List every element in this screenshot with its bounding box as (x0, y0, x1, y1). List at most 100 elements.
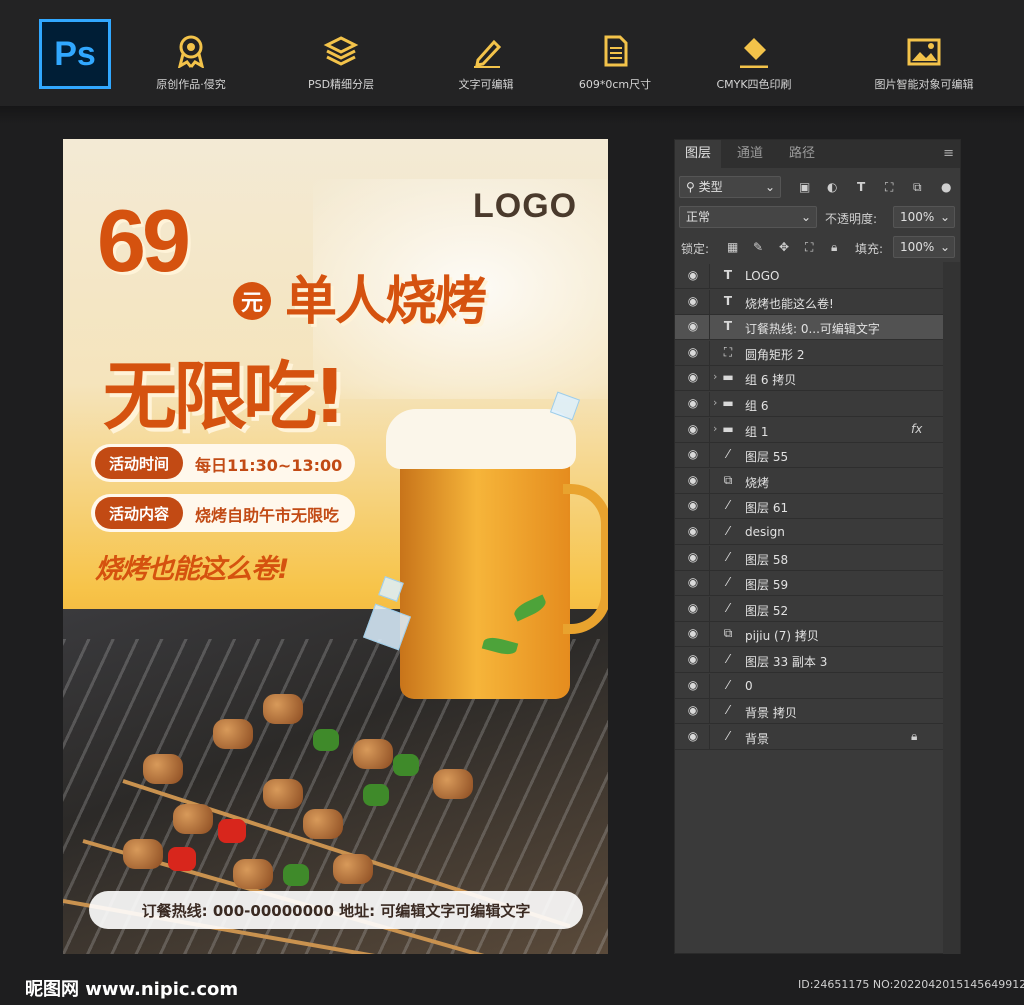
visibility-eye-icon[interactable]: ◉ (683, 601, 703, 617)
folder-icon: ▬ (722, 421, 734, 436)
lock-icon: 🔒︎ (911, 728, 918, 743)
lock-brush-icon[interactable]: ✎ (753, 240, 763, 254)
visibility-eye-icon[interactable]: ◉ (683, 396, 703, 412)
meat-piece (333, 854, 373, 884)
visibility-eye-icon[interactable]: ◉ (683, 473, 703, 489)
layer-name: 组 1 (745, 424, 769, 439)
brush-icon: ⁄ (726, 575, 729, 590)
visibility-eye-icon[interactable]: ◉ (683, 524, 703, 540)
opacity-input[interactable]: 100% ⌄ (893, 206, 955, 228)
layer-name: 烧烤也能这么卷! (745, 296, 834, 311)
lock-transparent-icon[interactable]: ▦ (727, 240, 738, 254)
lock-move-icon[interactable]: ✥ (779, 240, 789, 254)
layer-row[interactable]: ◉ › ▬ 组 6 (675, 392, 943, 417)
visibility-eye-icon[interactable]: ◉ (683, 550, 703, 566)
layer-row[interactable]: ◉ ⁄ 图层 55 (675, 443, 943, 469)
activity-time-value: 每日11:30~13:00 (195, 456, 343, 475)
activity-content-pill: 活动内容 烧烤自助午市无限吃 (91, 494, 355, 532)
layer-row[interactable]: ◉ T 订餐热线: 0...可编辑文字 (675, 315, 943, 341)
visibility-eye-icon[interactable]: ◉ (683, 294, 703, 310)
visibility-eye-icon[interactable]: ◉ (683, 447, 703, 463)
beer-mug (400, 439, 570, 699)
brush-icon: ⁄ (726, 703, 729, 718)
paint-bucket-icon (740, 38, 768, 68)
filter-smart-object-icon[interactable]: ⧉ (913, 180, 922, 195)
layer-row[interactable]: ◉ › ▬ 组 6 拷贝 (675, 366, 943, 392)
poster-canvas[interactable]: LOGO 69 元 单人烧烤 无限吃! 活动时间 每日11:30~13:00 活… (63, 139, 608, 954)
visibility-eye-icon[interactable]: ◉ (683, 268, 703, 284)
meat-piece (213, 719, 253, 749)
chevron-right-icon[interactable]: › (713, 370, 717, 383)
visibility-eye-icon[interactable]: ◉ (683, 652, 703, 668)
filter-adjustment-icon[interactable]: ◐ (827, 180, 837, 194)
filter-kind-select[interactable]: ⚲ 类型 ⌄ (679, 176, 781, 198)
filter-row: ⚲ 类型 ⌄ ▣ ◐ T ⛶ ⧉ ● (675, 176, 960, 202)
poster-logo: LOGO (473, 187, 578, 225)
visibility-eye-icon[interactable]: ◉ (683, 370, 703, 386)
visibility-eye-icon[interactable]: ◉ (683, 678, 703, 694)
layer-effects-icon[interactable]: fx (911, 422, 922, 436)
filter-type-icon[interactable]: T (857, 180, 865, 194)
layer-row[interactable]: ◉ › ▬ 组 1 fx (675, 417, 943, 443)
chevron-right-icon[interactable]: › (713, 422, 717, 435)
row-divider (709, 673, 710, 699)
layer-row[interactable]: ◉ T 烧烤也能这么卷! (675, 289, 943, 315)
brush-icon: ⁄ (726, 524, 729, 538)
visibility-eye-icon[interactable]: ◉ (683, 319, 703, 335)
layer-row[interactable]: ◉ ⁄ design (675, 520, 943, 545)
visibility-eye-icon[interactable]: ◉ (683, 729, 703, 745)
chevron-right-icon[interactable]: › (713, 396, 717, 409)
visibility-eye-icon[interactable]: ◉ (683, 422, 703, 438)
visibility-eye-icon[interactable]: ◉ (683, 575, 703, 591)
meat-piece (143, 754, 183, 784)
green-pepper (313, 729, 339, 751)
tab-channels[interactable]: 通道 (727, 140, 773, 168)
search-icon: ⚲ (686, 180, 699, 194)
visibility-eye-icon[interactable]: ◉ (683, 626, 703, 642)
panel-menu-icon[interactable]: ≡ (943, 146, 954, 161)
lock-all-icon[interactable]: 🔒︎ (831, 240, 837, 255)
layer-row[interactable]: ◉ ⁄ 图层 61 (675, 494, 943, 520)
layer-row[interactable]: ◉ ⛶ 圆角矩形 2 (675, 340, 943, 366)
meat-piece (303, 809, 343, 839)
brush-icon: ⁄ (726, 447, 729, 462)
filter-shape-icon[interactable]: ⛶ (885, 180, 893, 195)
tab-paths[interactable]: 路径 (779, 140, 825, 168)
layer-row[interactable]: ◉ ⁄ 图层 52 (675, 596, 943, 622)
meat-piece (353, 739, 393, 769)
folder-icon: ▬ (722, 370, 734, 385)
layer-row[interactable]: ◉ ⁄ 背景 拷贝 (675, 699, 943, 725)
visibility-eye-icon[interactable]: ◉ (683, 345, 703, 361)
meat-piece (123, 839, 163, 869)
layer-row[interactable]: ◉ T LOGO (675, 264, 943, 289)
folder-icon: ▬ (722, 396, 734, 410)
fill-input[interactable]: 100% ⌄ (893, 236, 955, 258)
layer-name: 图层 61 (745, 501, 789, 516)
layer-row[interactable]: ◉ ⁄ 图层 59 (675, 571, 943, 597)
layer-row[interactable]: ◉ ⁄ 图层 58 (675, 545, 943, 571)
row-divider (709, 289, 710, 315)
blend-mode-select[interactable]: 正常 ⌄ (679, 206, 817, 228)
layer-row[interactable]: ◉ ⁄ 图层 33 副本 3 (675, 648, 943, 673)
row-divider (709, 366, 710, 392)
poster-headline-2: 无限吃! (103, 354, 347, 440)
tab-layers[interactable]: 图层 (675, 140, 722, 168)
layer-row[interactable]: ◉ ⧉ pijiu (7) 拷贝 (675, 622, 943, 648)
brush-icon: ⁄ (726, 677, 729, 692)
layer-row[interactable]: ◉ ⁄ 背景 🔒︎ (675, 724, 943, 750)
layer-row[interactable]: ◉ ⁄ 0 (675, 673, 943, 699)
row-divider (709, 443, 710, 469)
feature-label: CMYK四色印刷 (716, 78, 792, 91)
visibility-eye-icon[interactable]: ◉ (683, 703, 703, 719)
smart-object-icon: ⧉ (723, 472, 733, 487)
filter-toggle-icon[interactable]: ● (941, 180, 951, 194)
visibility-eye-icon[interactable]: ◉ (683, 498, 703, 514)
filter-pixel-icon[interactable]: ▣ (799, 180, 810, 194)
layer-row[interactable]: ◉ ⧉ 烧烤 (675, 468, 943, 494)
lock-artboard-icon[interactable]: ⛶ (805, 240, 813, 255)
layers-scrollbar[interactable] (943, 262, 960, 954)
red-pepper (168, 847, 196, 871)
activity-content-tag: 活动内容 (95, 497, 183, 529)
text-layer-icon: T (723, 268, 733, 282)
lock-row: 锁定: ▦ ✎ ✥ ⛶ 🔒︎ 填充: 100% ⌄ (675, 236, 960, 262)
